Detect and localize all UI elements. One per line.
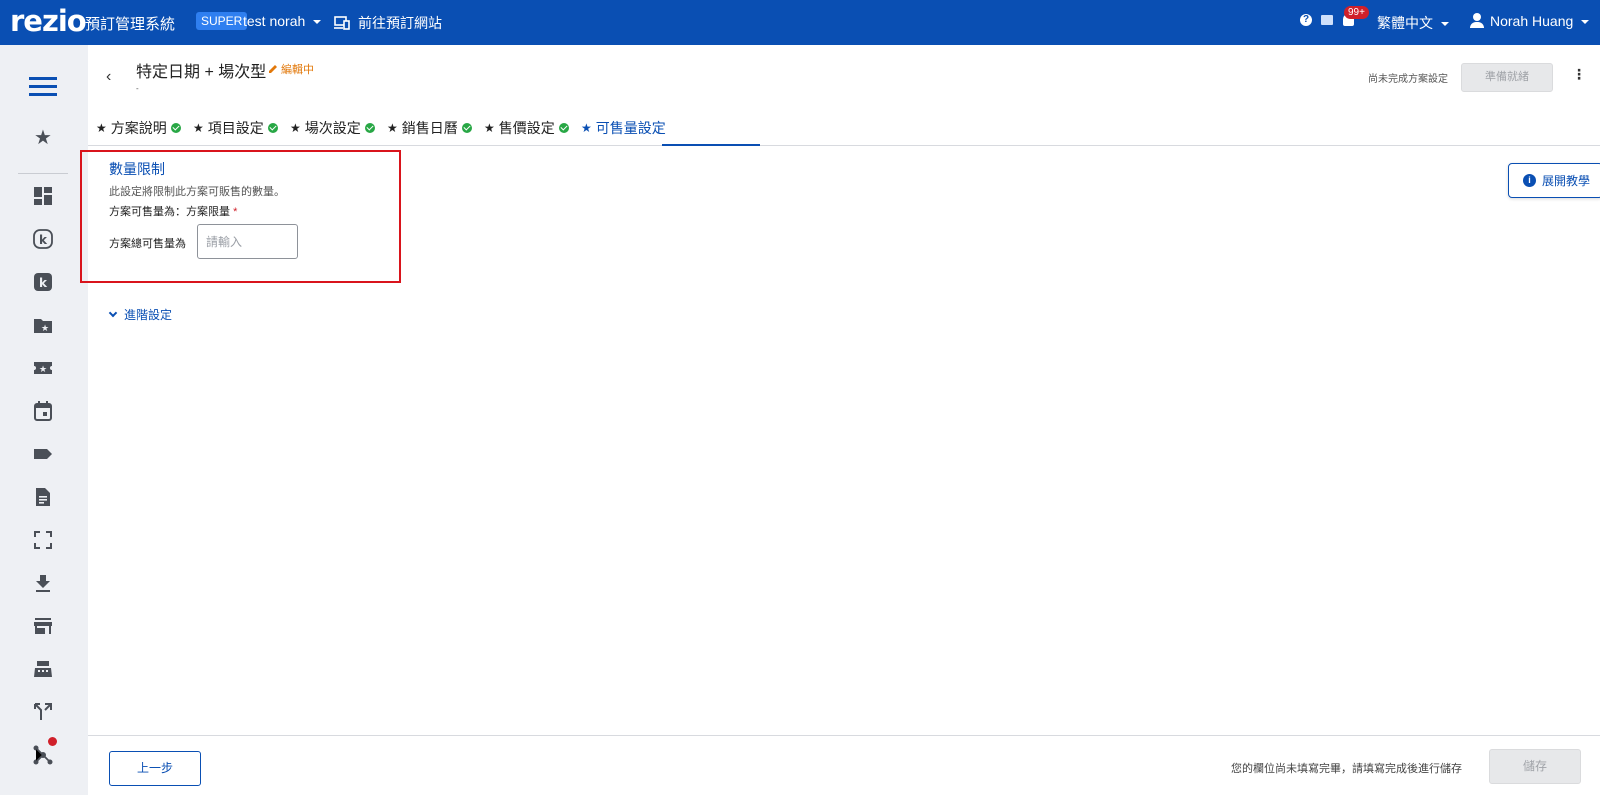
site-link-label: 前往預訂網站 bbox=[358, 15, 442, 31]
help-icon[interactable]: ? bbox=[1300, 14, 1312, 26]
advanced-settings-toggle[interactable]: 進階設定 bbox=[108, 306, 173, 323]
chevron-down-icon bbox=[1441, 22, 1449, 27]
tab-plan-description[interactable]: ★ 方案說明 bbox=[96, 118, 181, 138]
section-title: 數量限制 bbox=[109, 161, 165, 177]
check-circle-icon bbox=[364, 123, 375, 133]
chevron-down-icon bbox=[313, 20, 322, 25]
svg-text:★: ★ bbox=[39, 364, 47, 374]
total-quantity-label: 方案總可售量為 bbox=[109, 238, 186, 250]
star-icon: ★ bbox=[581, 121, 592, 135]
more-options-icon[interactable]: ⋮ bbox=[1572, 66, 1586, 83]
saleable-quantity-label: 方案可售量為：方案限量 * bbox=[109, 203, 237, 219]
check-circle-icon bbox=[170, 123, 181, 133]
info-icon: i bbox=[1523, 174, 1536, 187]
user-menu[interactable]: Norah Huang bbox=[1490, 13, 1590, 29]
dashboard-icon[interactable] bbox=[33, 186, 53, 206]
star-icon: ★ bbox=[387, 121, 398, 135]
check-circle-icon bbox=[461, 123, 472, 133]
account-switcher[interactable]: test norah bbox=[243, 13, 322, 29]
page-subtitle: - bbox=[136, 84, 139, 93]
sidebar: ★ k k ★ ★ bbox=[0, 45, 88, 795]
tab-item-settings[interactable]: ★ 項目設定 bbox=[193, 118, 278, 138]
tab-label: 銷售日曆 bbox=[401, 120, 458, 136]
incomplete-notice: 尚未完成方案設定 bbox=[1368, 74, 1448, 85]
svg-text:k: k bbox=[39, 276, 48, 290]
user-icon[interactable] bbox=[1470, 13, 1484, 29]
cashier-icon[interactable] bbox=[33, 659, 53, 679]
menu-icon[interactable] bbox=[29, 77, 57, 97]
footer-bar: 上一步 您的欄位尚未填寫完畢，請填寫完成後進行儲存 儲存 bbox=[88, 735, 1600, 795]
advanced-settings-label: 進階設定 bbox=[124, 308, 173, 322]
svg-text:k: k bbox=[39, 233, 48, 247]
back-button[interactable]: ‹ bbox=[106, 68, 111, 86]
section-description: 此設定將限制此方案可販售的數量。 bbox=[109, 186, 285, 198]
user-name: Norah Huang bbox=[1490, 13, 1574, 29]
top-navigation-bar: rezio 預訂管理系統 SUPER test norah 前往預訂網站 ? 9… bbox=[0, 0, 1600, 45]
notification-badge: 99+ bbox=[1344, 6, 1369, 19]
go-to-booking-site-link[interactable]: 前往預訂網站 bbox=[334, 13, 442, 33]
saleable-label-text: 方案可售量為：方案限量 bbox=[109, 206, 230, 218]
star-icon[interactable]: ★ bbox=[33, 128, 53, 148]
chevron-down-icon bbox=[1581, 20, 1590, 25]
active-tab-indicator bbox=[662, 144, 760, 146]
merge-icon[interactable] bbox=[33, 702, 53, 722]
tab-label: 可售量設定 bbox=[595, 120, 666, 136]
role-badge: SUPER bbox=[196, 12, 248, 30]
tab-session-settings[interactable]: ★ 場次設定 bbox=[290, 118, 375, 138]
system-name: 預訂管理系統 bbox=[85, 16, 176, 33]
ready-button[interactable]: 準備就緒 bbox=[1461, 63, 1553, 92]
tab-quantity-settings[interactable]: ★ 可售量設定 bbox=[581, 118, 666, 138]
store-icon[interactable] bbox=[33, 616, 53, 636]
tab-label: 項目設定 bbox=[207, 120, 264, 136]
tab-label: 方案說明 bbox=[110, 120, 167, 136]
chat-icon[interactable] bbox=[1321, 15, 1333, 25]
pencil-icon bbox=[269, 65, 277, 73]
tutorial-label: 展開教學 bbox=[1542, 174, 1591, 188]
alert-dot bbox=[48, 737, 57, 746]
folder-star-icon[interactable]: ★ bbox=[33, 315, 53, 335]
sidebar-divider bbox=[18, 173, 68, 174]
check-circle-icon bbox=[558, 123, 569, 133]
calendar-icon[interactable] bbox=[33, 401, 53, 421]
devices-icon bbox=[334, 16, 350, 30]
tag-icon[interactable] bbox=[33, 444, 53, 464]
account-name: test norah bbox=[243, 13, 306, 29]
k-filled-icon[interactable]: k bbox=[33, 272, 53, 292]
expand-tutorial-button[interactable]: i 展開教學 bbox=[1508, 163, 1600, 198]
document-icon[interactable] bbox=[33, 487, 53, 507]
star-icon: ★ bbox=[96, 121, 107, 135]
rezio-logo[interactable]: rezio bbox=[10, 4, 87, 38]
previous-step-button[interactable]: 上一步 bbox=[109, 751, 201, 786]
svg-text:★: ★ bbox=[41, 323, 49, 333]
k-outline-icon[interactable]: k bbox=[33, 229, 53, 249]
tab-bar: ★ 方案說明 ★ 項目設定 ★ 場次設定 ★ 銷售日曆 ★ 售價設定 ★ 可售量… bbox=[88, 108, 1600, 146]
scan-icon[interactable] bbox=[33, 530, 53, 550]
star-icon: ★ bbox=[193, 121, 204, 135]
tab-sales-calendar[interactable]: ★ 銷售日曆 bbox=[387, 118, 472, 138]
tab-price-settings[interactable]: ★ 售價設定 bbox=[484, 118, 569, 138]
tab-label: 售價設定 bbox=[498, 120, 555, 136]
footer-message: 您的欄位尚未填寫完畢，請填寫完成後進行儲存 bbox=[1231, 763, 1462, 775]
ticket-star-icon[interactable]: ★ bbox=[33, 358, 53, 378]
tab-label: 場次設定 bbox=[304, 120, 361, 136]
network-icon[interactable] bbox=[33, 745, 53, 765]
language-label: 繁體中文 bbox=[1377, 15, 1433, 31]
edit-status: 編輯中 bbox=[268, 61, 314, 77]
language-selector[interactable]: 繁體中文 bbox=[1377, 13, 1449, 33]
star-icon: ★ bbox=[290, 121, 301, 135]
total-quantity-input[interactable] bbox=[197, 224, 298, 259]
check-circle-icon bbox=[267, 123, 278, 133]
required-mark: * bbox=[233, 206, 238, 218]
chevron-down-icon bbox=[108, 308, 118, 318]
star-icon: ★ bbox=[484, 121, 495, 135]
download-icon[interactable] bbox=[33, 573, 53, 593]
save-button[interactable]: 儲存 bbox=[1489, 749, 1581, 784]
edit-status-label: 編輯中 bbox=[281, 64, 314, 76]
page-title: 特定日期 + 場次型 bbox=[136, 64, 267, 81]
